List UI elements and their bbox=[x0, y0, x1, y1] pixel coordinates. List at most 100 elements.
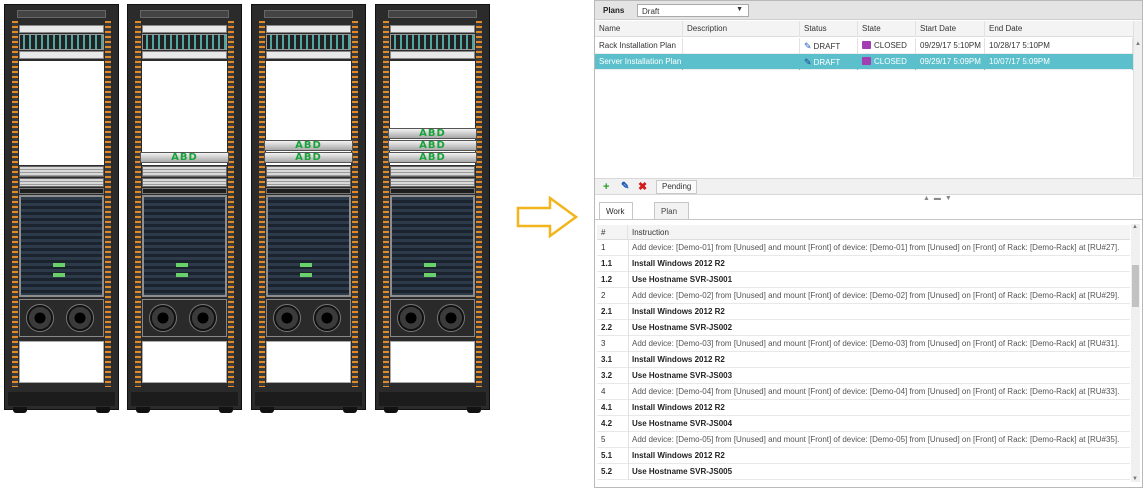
status-led bbox=[176, 263, 188, 267]
rack-top-cap bbox=[264, 10, 353, 18]
fan-icon bbox=[437, 304, 465, 332]
delete-plan-button[interactable]: ✖ bbox=[638, 180, 647, 194]
server-unit: ABD bbox=[388, 140, 477, 151]
status-led bbox=[53, 273, 65, 277]
blade-chassis-top bbox=[19, 188, 104, 194]
work-order-instruction: Add device: [Demo-05] from [Unused] and … bbox=[628, 432, 1130, 448]
rack-top-cap bbox=[140, 10, 229, 18]
rack-foot bbox=[384, 407, 398, 413]
rack-foot bbox=[136, 407, 150, 413]
work-order-number: 2 bbox=[601, 291, 606, 300]
work-order-row[interactable]: 3.1 Install Windows 2012 R2 bbox=[597, 352, 1130, 368]
pending-button[interactable]: Pending bbox=[656, 180, 698, 194]
patch-panel-unit bbox=[142, 166, 227, 177]
work-order-row[interactable]: 3.2 Use Hostname SVR-JS003 bbox=[597, 368, 1130, 384]
cell-name: Rack Installation Plan bbox=[595, 38, 683, 54]
add-plan-button[interactable]: + bbox=[603, 180, 609, 194]
plan-row[interactable]: Server Installation Plan ✎ DRAFT CLOSED 09/2… bbox=[595, 54, 1133, 70]
scroll-up-icon[interactable]: ▲ bbox=[1135, 41, 1141, 47]
status-led bbox=[300, 273, 312, 277]
plan-manager-panel: Plans Draft ▼ Name Description Status St… bbox=[594, 0, 1143, 488]
server-label: ABD bbox=[171, 152, 198, 163]
work-order-row[interactable]: 2.2 Use Hostname SVR-JS002 bbox=[597, 320, 1130, 336]
work-order-row[interactable]: 2 Add device: [Demo-02] from [Unused] and… bbox=[597, 288, 1130, 304]
rack-rail bbox=[259, 21, 265, 387]
switch-unit bbox=[390, 34, 475, 50]
rack-interior: ABD bbox=[140, 21, 229, 387]
plan-row[interactable]: Rack Installation Plan ✎ DRAFT CLOSED 09/29/… bbox=[595, 38, 1133, 54]
switch-unit bbox=[19, 25, 104, 33]
cell-description bbox=[683, 54, 800, 70]
rack-interior: ABD ABD ABD bbox=[388, 21, 477, 387]
power-supply-unit bbox=[142, 299, 227, 337]
work-order-row[interactable]: 1 Add device: [Demo-01] from [Unused] and… bbox=[597, 240, 1130, 256]
column-header-status[interactable]: Status bbox=[800, 21, 858, 37]
work-order-scrollbar[interactable]: ▲ ▼ bbox=[1131, 224, 1140, 482]
status-led bbox=[300, 263, 312, 267]
scroll-down-icon[interactable]: ▼ bbox=[1132, 476, 1138, 482]
scrollbar-thumb[interactable] bbox=[1132, 265, 1139, 307]
work-order-row[interactable]: 4 Add device: [Demo-04] from [Unused] and… bbox=[597, 384, 1130, 400]
pencil-icon: ✎ bbox=[804, 41, 812, 51]
power-supply-unit bbox=[19, 299, 104, 337]
empty-rack-space bbox=[19, 61, 104, 165]
cell-start-date-text: 09/29/17 5:09PM bbox=[920, 57, 981, 66]
work-order-row[interactable]: 1.1 Install Windows 2012 R2 bbox=[597, 256, 1130, 272]
work-order-row[interactable]: 5.2 Use Hostname SVR-JS005 bbox=[597, 464, 1130, 480]
plans-scrollbar[interactable]: ▲ bbox=[1133, 21, 1142, 177]
work-order-instruction: Install Windows 2012 R2 bbox=[628, 400, 1130, 416]
edit-plan-button[interactable]: ✎ bbox=[621, 180, 629, 194]
patch-panel-unit bbox=[390, 166, 475, 177]
work-order-number: 5.2 bbox=[601, 467, 613, 476]
column-header-description[interactable]: Description bbox=[683, 21, 800, 37]
work-order-row[interactable]: 4.2 Use Hostname SVR-JS004 bbox=[597, 416, 1130, 432]
blade-chassis bbox=[266, 195, 351, 297]
cell-start-date-text: 09/29/17 5:10PM bbox=[920, 41, 981, 50]
cell-end-date-text: 10/07/17 5:09PM bbox=[989, 57, 1050, 66]
work-order-row[interactable]: 2.1 Install Windows 2012 R2 bbox=[597, 304, 1130, 320]
work-order-row[interactable]: 3 Add device: [Demo-03] from [Unused] and… bbox=[597, 336, 1130, 352]
work-order-row[interactable]: 1.2 Use Hostname SVR-JS001 bbox=[597, 272, 1130, 288]
column-header-instruction[interactable]: Instruction bbox=[628, 225, 1130, 240]
server-label: ABD bbox=[295, 152, 322, 163]
column-header-end-date[interactable]: End Date bbox=[985, 21, 1136, 37]
work-order-row[interactable]: 5 Add device: [Demo-05] from [Unused] and… bbox=[597, 432, 1130, 448]
work-order-instruction: Use Hostname SVR-JS004 bbox=[628, 416, 1130, 432]
column-header-number[interactable]: # bbox=[597, 225, 628, 240]
plans-filter-dropdown[interactable]: Draft ▼ bbox=[637, 4, 749, 17]
splitter-handle-icon[interactable]: ▲ ▬ ▼ bbox=[923, 195, 953, 202]
empty-rack-space bbox=[142, 341, 227, 383]
rack-foot bbox=[260, 407, 274, 413]
fan-icon bbox=[149, 304, 177, 332]
tab-work-order[interactable]: Work Order bbox=[599, 202, 634, 234]
status-led bbox=[53, 263, 65, 267]
rack-rail bbox=[135, 21, 141, 387]
column-header-start-date[interactable]: Start Date bbox=[916, 21, 985, 37]
server-label: ABD bbox=[295, 140, 322, 151]
rack-foot bbox=[96, 407, 110, 413]
server-rack: ABD ABD ABD bbox=[375, 4, 490, 413]
power-supply-unit bbox=[266, 299, 351, 337]
rack-foot bbox=[467, 407, 481, 413]
column-header-name[interactable]: Name bbox=[595, 21, 683, 37]
rack-foot bbox=[13, 407, 27, 413]
server-rack: ABD bbox=[127, 4, 242, 413]
cell-status-text: DRAFT bbox=[813, 42, 841, 51]
chevron-down-icon[interactable]: ▼ bbox=[736, 6, 743, 13]
patch-panel-unit bbox=[266, 166, 351, 177]
closed-lock-icon bbox=[862, 57, 871, 65]
power-supply-unit bbox=[390, 299, 475, 337]
work-order-instruction: Use Hostname SVR-JS001 bbox=[628, 272, 1130, 288]
work-order-instruction: Install Windows 2012 R2 bbox=[628, 352, 1130, 368]
work-order-row[interactable]: 4.1 Install Windows 2012 R2 bbox=[597, 400, 1130, 416]
work-order-row[interactable]: 5.1 Install Windows 2012 R2 bbox=[597, 448, 1130, 464]
column-header-state[interactable]: State bbox=[858, 21, 916, 37]
work-order-instruction: Use Hostname SVR-JS005 bbox=[628, 464, 1130, 480]
rack-base bbox=[131, 392, 238, 406]
server-unit: ABD bbox=[388, 128, 477, 139]
scroll-up-icon[interactable]: ▲ bbox=[1132, 224, 1138, 230]
blade-chassis bbox=[390, 195, 475, 297]
rack-top-cap bbox=[388, 10, 477, 18]
tab-plan-notes[interactable]: Plan Notes bbox=[654, 202, 689, 234]
work-order-number: 1.2 bbox=[601, 275, 613, 284]
